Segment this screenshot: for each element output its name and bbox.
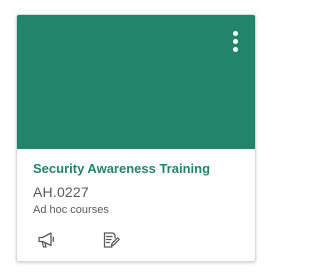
course-actions [33, 229, 239, 251]
course-card-header[interactable] [17, 15, 255, 149]
course-term: Ad hoc courses [33, 204, 109, 216]
announcements-icon[interactable] [35, 229, 59, 251]
kebab-menu-icon[interactable] [225, 28, 245, 56]
assignments-icon[interactable] [99, 229, 123, 251]
course-card-body: Security Awareness Training AH.0227 Ad h… [17, 149, 255, 251]
course-code: AH.0227 [33, 184, 89, 200]
course-card[interactable]: Security Awareness Training AH.0227 Ad h… [16, 14, 256, 262]
course-title[interactable]: Security Awareness Training [33, 161, 239, 177]
